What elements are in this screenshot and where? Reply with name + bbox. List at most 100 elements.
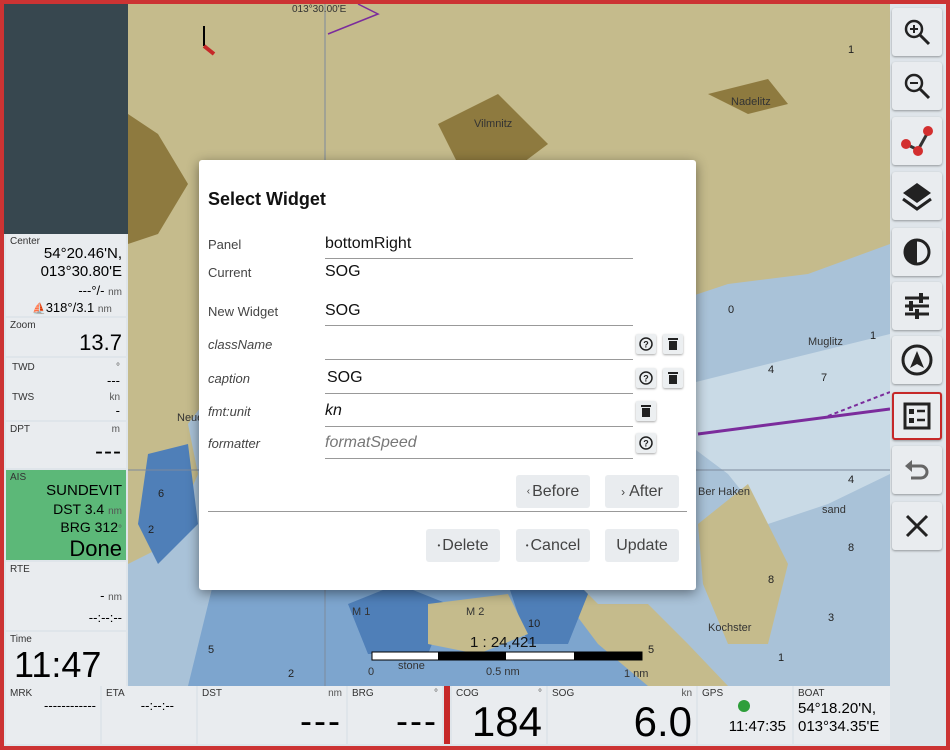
map-place-label: Muglitz <box>808 336 843 348</box>
help-icon: ? <box>639 436 653 450</box>
fmtunit-delete-button[interactable] <box>636 401 656 421</box>
gps-time: 11:47:35 <box>728 718 786 735</box>
rte-eta: --:--:-- <box>88 610 122 625</box>
brg-value: --- <box>396 700 438 741</box>
depth-label: 2 <box>148 524 155 536</box>
sog-label: SOG <box>552 688 575 699</box>
depth-label: 2 <box>288 668 295 680</box>
settings-sliders-icon <box>905 293 929 319</box>
mrk-widget[interactable]: MRK ------------ <box>6 686 100 744</box>
map-place-label: Ber Haken <box>698 486 750 498</box>
sog-value: 6.0 <box>633 698 692 744</box>
brg-unit: ° <box>434 688 438 699</box>
caption-help-button[interactable]: ? <box>636 368 656 388</box>
depth-label: 3 <box>828 612 835 624</box>
map-place-label: Nadelitz <box>731 96 771 108</box>
center-brg: ⛵318°/3.1 nm <box>32 300 112 315</box>
center-widget[interactable]: Center 54°20.46'N, 013°30.80'E ---°/- nm… <box>6 234 126 316</box>
sog-widget[interactable]: SOG kn 6.0 <box>548 686 696 744</box>
delete-button[interactable]: • Delete <box>426 529 500 562</box>
current-label: Current <box>208 265 252 280</box>
zoom-widget[interactable]: Zoom 13.7 <box>6 318 126 356</box>
depth-label: 1 <box>870 330 877 342</box>
boat-icon: ⛵ <box>32 303 46 315</box>
brg-label: BRG <box>352 688 374 699</box>
formatter-help-button[interactable]: ? <box>636 433 656 453</box>
time-widget[interactable]: Time 11:47 <box>6 632 126 686</box>
right-toolbar <box>890 4 946 686</box>
widget-editor-button[interactable] <box>892 392 942 440</box>
map-scale-half: 0.5 nm <box>486 666 520 678</box>
ais-name: SUNDEVIT <box>46 482 122 499</box>
brg-widget[interactable]: BRG ° --- <box>348 686 442 744</box>
new-widget-label: New Widget <box>208 304 279 319</box>
rte-widget[interactable]: RTE - nm --:--:-- <box>6 562 126 630</box>
map-scale-zero: 0 <box>368 666 375 678</box>
layers-button[interactable] <box>892 172 942 220</box>
update-button[interactable]: Update <box>605 529 679 562</box>
help-icon: ? <box>639 337 653 351</box>
select-widget-dialog: Select Widget Panel bottomRight Current … <box>199 160 696 590</box>
contrast-button[interactable] <box>892 228 942 276</box>
dialog-title: Select Widget <box>208 189 326 209</box>
cog-widget[interactable]: COG ° 184 <box>452 686 546 744</box>
layers-icon <box>902 183 932 211</box>
wind-widget[interactable]: TWD ° --- TWS kn - <box>6 358 126 420</box>
route-button[interactable] <box>892 117 942 165</box>
undo-button[interactable] <box>892 446 942 494</box>
rte-label: RTE <box>10 564 30 575</box>
map-scale-one: 1 nm <box>624 668 649 680</box>
navigation-icon <box>901 344 933 376</box>
trash-icon <box>668 372 678 384</box>
fmtunit-input[interactable]: kn <box>325 402 342 420</box>
eta-value: --:--:-- <box>140 698 174 713</box>
close-button[interactable] <box>892 502 942 550</box>
center-dist: ---°/- nm <box>78 283 122 298</box>
formatter-input[interactable]: formatSpeed <box>325 434 417 452</box>
map-lon-label: 013°30.00'E <box>292 4 347 15</box>
center-lat: 54°20.46'N, <box>43 245 122 262</box>
cancel-button[interactable]: • Cancel <box>516 529 590 562</box>
center-lon: 013°30.80'E <box>40 263 122 280</box>
after-button[interactable]: › After <box>605 475 679 508</box>
classname-underline <box>325 359 633 360</box>
dst-value: --- <box>300 700 342 741</box>
svg-text:?: ? <box>643 439 649 449</box>
classname-help-button[interactable]: ? <box>636 334 656 354</box>
dst-label: DST <box>202 688 222 699</box>
dst-widget[interactable]: DST nm --- <box>198 686 346 744</box>
dpt-widget[interactable]: DPT m --- <box>6 422 126 468</box>
help-icon: ? <box>639 371 653 385</box>
map-place-label: Vilmnitz <box>474 118 513 130</box>
zoom-value: 13.7 <box>79 330 122 355</box>
zoom-out-button[interactable] <box>892 62 942 110</box>
depth-label: 10 <box>528 618 541 630</box>
caption-input[interactable]: SOG <box>327 369 363 387</box>
new-widget-select[interactable]: SOG <box>325 302 361 320</box>
time-value: 11:47 <box>14 644 102 685</box>
settings-button[interactable] <box>892 282 942 330</box>
classname-label: className <box>208 337 273 352</box>
dst-unit: nm <box>328 688 342 699</box>
classname-delete-button[interactable] <box>663 334 683 354</box>
eta-widget[interactable]: ETA --:--:-- <box>102 686 196 744</box>
caption-delete-button[interactable] <box>663 368 683 388</box>
classname-input[interactable] <box>325 335 625 355</box>
depth-label: 5 <box>648 644 655 656</box>
depth-label: 4 <box>768 364 775 376</box>
fmtunit-underline <box>325 426 633 427</box>
panel-separator <box>444 686 450 744</box>
zoom-out-icon <box>904 73 931 100</box>
caption-underline <box>325 393 633 394</box>
formatter-underline <box>325 458 633 459</box>
tws-unit: kn <box>109 392 120 403</box>
navigation-button[interactable] <box>892 336 942 384</box>
depth-label: 8 <box>848 542 855 554</box>
before-button[interactable]: ‹ Before <box>516 475 590 508</box>
boat-widget[interactable]: BOAT 54°18.20'N, 013°34.35'E <box>794 686 890 744</box>
widget-editor-icon <box>903 402 931 430</box>
gps-widget[interactable]: GPS 11:47:35 <box>698 686 792 744</box>
ais-widget[interactable]: AIS SUNDEVIT DST 3.4 nm BRG 312° Done <box>6 470 126 560</box>
ais-dst: DST 3.4 nm <box>53 501 122 517</box>
zoom-in-button[interactable] <box>892 8 942 56</box>
